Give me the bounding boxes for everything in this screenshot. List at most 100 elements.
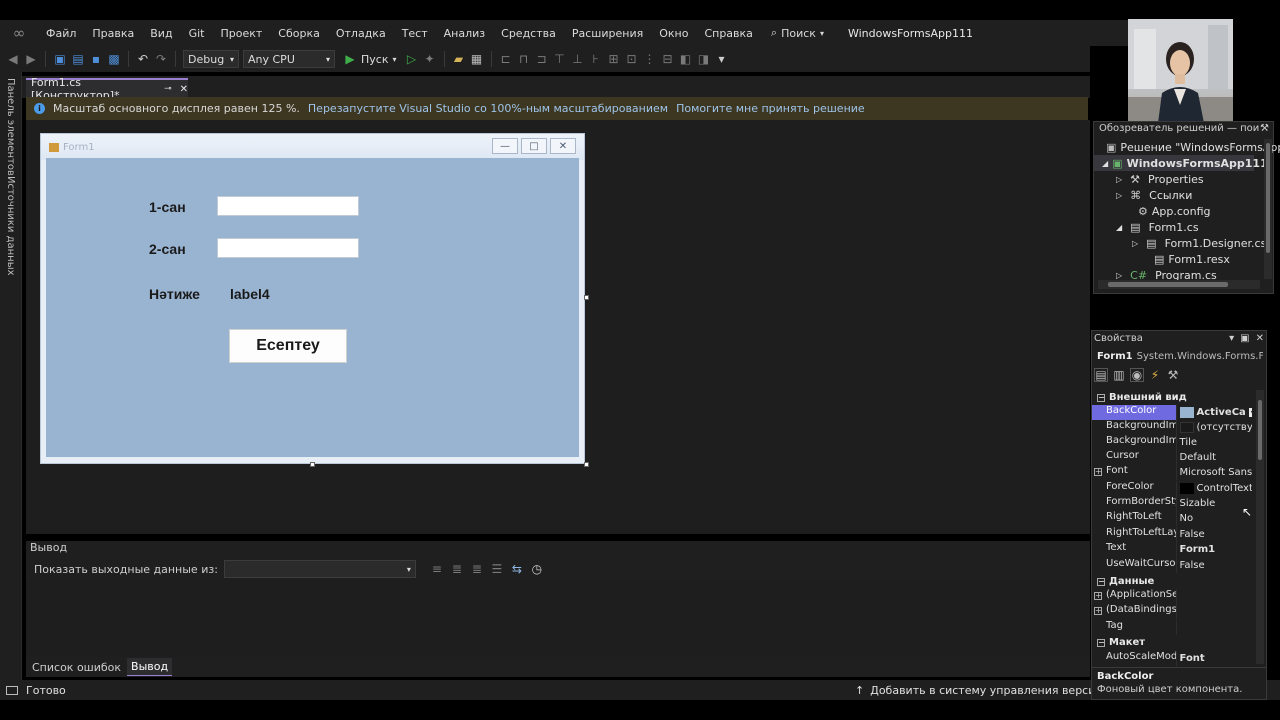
property-row-databindings[interactable]: + (DataBindings) [1092, 604, 1252, 619]
close-icon[interactable]: ✕ [180, 84, 188, 95]
project-node[interactable]: ◢ ▣ WindowsFormsApp111 [1094, 155, 1268, 171]
property-row-applicationsettings[interactable]: + (ApplicationSet [1092, 589, 1252, 604]
calculate-button[interactable]: Есептеу [229, 329, 347, 363]
property-row-font[interactable]: Font Microsoft Sans Se + [1092, 465, 1252, 480]
menu-git[interactable]: Git [181, 27, 213, 40]
category-appearance[interactable]: − Внешний вид [1092, 390, 1187, 405]
start-button[interactable]: ▶ Пуск ▾ [339, 52, 401, 66]
tab-error-list[interactable]: Список ошибок [28, 659, 125, 676]
property-row-autoscalemode[interactable]: AutoScaleMode Font [1092, 651, 1252, 666]
tree-item-app-config[interactable]: ⚙ App.config [1094, 203, 1211, 219]
tree-item-form1[interactable]: ◢ ▤ Form1.cs [1094, 219, 1199, 235]
alphabetical-icon[interactable]: ▥ [1112, 368, 1126, 382]
window-layout-icon[interactable]: ▦ [470, 52, 484, 66]
tree-item-form1-resx[interactable]: ▤ Form1.resx [1094, 251, 1230, 267]
category-layout[interactable]: − Макет [1092, 635, 1145, 650]
platform-select[interactable]: Any CPU ▾ [243, 50, 335, 68]
menu-file[interactable]: Файл [38, 27, 84, 40]
solution-explorer-scrollbar[interactable] [1264, 139, 1272, 279]
toolbox-tab[interactable]: Панель элементов [5, 78, 16, 176]
menu-project[interactable]: Проект [212, 27, 270, 40]
next-message-icon[interactable]: ≣ [470, 562, 484, 576]
send-back-icon[interactable]: ◨ [697, 52, 711, 66]
align-left-icon[interactable]: ⊏ [499, 52, 513, 66]
tree-item-references[interactable]: ▷ ⌘ Ссылки [1094, 187, 1192, 203]
tree-item-properties[interactable]: ▷ ⚒ Properties [1094, 171, 1204, 187]
add-to-source-control[interactable]: ↑ Добавить в систему управления версиями [855, 684, 1117, 697]
resize-handle-corner[interactable] [584, 462, 589, 467]
same-size-icon[interactable]: ⊞ [607, 52, 621, 66]
grid-icon[interactable]: ⊡ [625, 52, 639, 66]
bring-front-icon[interactable]: ◧ [679, 52, 693, 66]
back-icon[interactable]: ◀ [6, 52, 20, 66]
word-wrap-icon[interactable]: ⇆ [510, 562, 524, 576]
property-row-text[interactable]: Text Form1 [1092, 542, 1252, 557]
property-row-backgroundimagelayout[interactable]: BackgroundIma Tile [1092, 435, 1252, 450]
menu-tools[interactable]: Средства [493, 27, 564, 40]
redo-icon[interactable]: ↷ [154, 52, 168, 66]
align-bottom-icon[interactable]: ⊦ [589, 52, 603, 66]
expand-icon[interactable]: + [1094, 592, 1102, 600]
clear-all-icon[interactable]: ☰ [490, 562, 504, 576]
output-source-select[interactable]: ▾ [223, 560, 416, 578]
property-row-usewaitcursor[interactable]: UseWaitCursor False [1092, 558, 1252, 573]
save-icon[interactable]: ▪ [89, 52, 103, 66]
label-result-value[interactable]: label4 [230, 286, 270, 302]
save-all-icon[interactable]: ▩ [107, 52, 121, 66]
output-content[interactable] [26, 579, 1090, 657]
label-number-2[interactable]: 2-сан [149, 241, 186, 257]
chevron-down-icon[interactable]: ▾ [1248, 408, 1252, 417]
align-top-icon[interactable]: ⊤ [553, 52, 567, 66]
tab-form1-designer[interactable]: Form1.cs [Конструктор]* ⊸ ✕ [26, 76, 188, 102]
close-icon[interactable]: ✕ [1256, 333, 1264, 347]
pin-icon[interactable]: ⊸ [164, 84, 172, 94]
categorized-icon[interactable]: ▤ [1094, 368, 1108, 382]
property-row-backcolor[interactable]: BackColor ActiveCa ▾ [1092, 405, 1252, 420]
help-decide-link[interactable]: Помогите мне принять решение [676, 102, 865, 115]
menu-extensions[interactable]: Расширения [564, 27, 651, 40]
maximize-button[interactable]: □ [521, 138, 547, 154]
forward-icon[interactable]: ▶ [24, 52, 38, 66]
label-number-1[interactable]: 1-сан [149, 199, 186, 215]
label-result[interactable]: Нәтиже [149, 286, 200, 302]
resize-handle-bottom[interactable] [310, 462, 315, 467]
properties-scrollbar[interactable] [1256, 390, 1264, 664]
align-right-icon[interactable]: ⊐ [535, 52, 549, 66]
tree-item-form1-designer[interactable]: ▷ ▤ Form1.Designer.cs [1094, 235, 1266, 251]
new-project-icon[interactable]: ▣ [53, 52, 67, 66]
menu-window[interactable]: Окно [651, 27, 696, 40]
align-center-icon[interactable]: ⊓ [517, 52, 531, 66]
properties-view-icon[interactable]: ◉ [1130, 368, 1144, 382]
prev-message-icon[interactable]: ≣ [450, 562, 464, 576]
configuration-select[interactable]: Debug ▾ [183, 50, 239, 68]
center-horizontal-icon[interactable]: ⊟ [661, 52, 675, 66]
property-row-forecolor[interactable]: ForeColor ControlText [1092, 481, 1252, 496]
spacing-icon[interactable]: ⋮ [643, 52, 657, 66]
property-row-tag[interactable]: Tag [1092, 620, 1252, 635]
solution-node[interactable]: ▣ Решение "WindowsFormsApp1 [1094, 139, 1280, 155]
object-selector[interactable]: Form1 System.Windows.Forms.For [1097, 351, 1263, 365]
menu-debug[interactable]: Отладка [328, 27, 394, 40]
property-row-righttoleftlayout[interactable]: RightToLeftLayo False [1092, 527, 1252, 542]
expand-icon[interactable]: + [1094, 468, 1102, 476]
solution-explorer-hscrollbar[interactable] [1098, 280, 1260, 289]
align-middle-icon[interactable]: ⊥ [571, 52, 585, 66]
number-2-textbox[interactable] [217, 238, 359, 258]
menu-edit[interactable]: Правка [84, 27, 142, 40]
dropdown-icon[interactable]: ▾ [1229, 333, 1234, 347]
property-row-righttoleft[interactable]: RightToLeft No [1092, 511, 1252, 526]
menu-build[interactable]: Сборка [270, 27, 328, 40]
wrench-icon[interactable]: ⚒ [1260, 123, 1269, 137]
minimize-button[interactable]: — [492, 138, 518, 154]
close-window-button[interactable]: ✕ [550, 138, 576, 154]
start-without-debug-icon[interactable]: ▷ [405, 52, 419, 66]
undo-icon[interactable]: ↶ [136, 52, 150, 66]
timestamp-icon[interactable]: ◷ [530, 562, 544, 576]
events-icon[interactable]: ⚡ [1148, 368, 1162, 382]
property-row-formborderstyle[interactable]: FormBorderStyl Sizable [1092, 496, 1252, 511]
property-row-backgroundimage[interactable]: BackgroundIma (отсутствует [1092, 420, 1252, 435]
tab-order-icon[interactable]: ▾ [715, 52, 729, 66]
property-row-cursor[interactable]: Cursor Default [1092, 450, 1252, 465]
menu-view[interactable]: Вид [142, 27, 180, 40]
expand-icon[interactable]: + [1094, 607, 1102, 615]
